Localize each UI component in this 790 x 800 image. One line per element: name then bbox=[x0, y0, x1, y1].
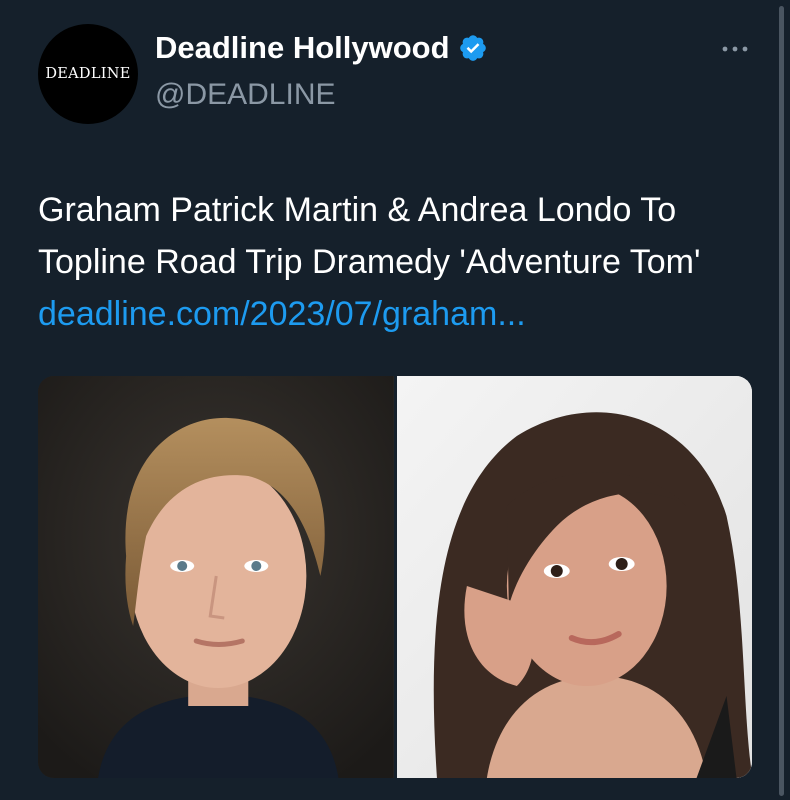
avatar[interactable]: DEADLINE bbox=[38, 24, 138, 124]
photo-andrea-londo[interactable] bbox=[396, 376, 752, 778]
more-options-icon[interactable] bbox=[720, 38, 750, 60]
photo-graham-patrick-martin[interactable] bbox=[38, 376, 394, 778]
verified-badge-icon[interactable] bbox=[458, 33, 488, 63]
portrait-woman-image bbox=[396, 376, 752, 778]
scrollbar[interactable] bbox=[779, 6, 784, 796]
media-grid bbox=[38, 376, 752, 778]
tweet-body: Graham Patrick Martin & Andrea Londo To … bbox=[38, 191, 701, 281]
author-name-row: Deadline Hollywood bbox=[155, 30, 488, 66]
portrait-man-image bbox=[38, 376, 394, 778]
author-handle[interactable]: @DEADLINE bbox=[155, 78, 336, 112]
author-display-name[interactable]: Deadline Hollywood bbox=[155, 30, 450, 66]
tweet-text: Graham Patrick Martin & Andrea Londo To … bbox=[38, 184, 768, 340]
tweet: DEADLINE Deadline Hollywood @DEADLINE Gr… bbox=[0, 0, 790, 800]
article-link[interactable]: deadline.com/2023/07/graham... bbox=[38, 295, 526, 333]
avatar-logo-text: DEADLINE bbox=[45, 66, 131, 82]
